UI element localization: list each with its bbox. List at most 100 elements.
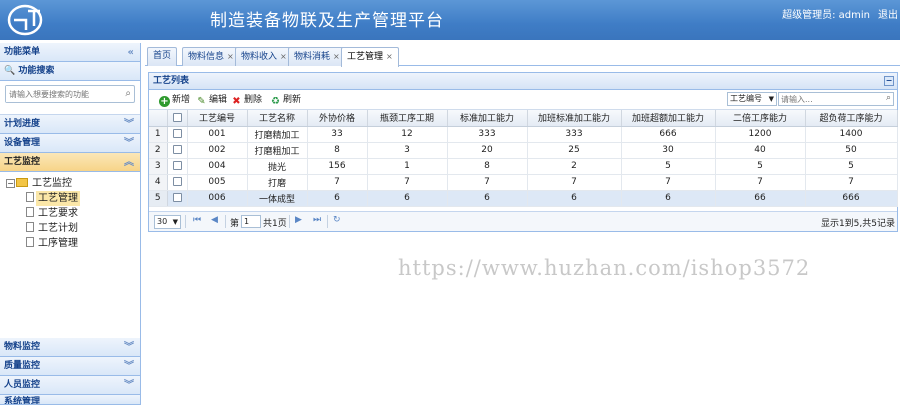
tree-item-process-requirements[interactable]: 工艺要求 bbox=[6, 206, 140, 221]
table-cell: 2 bbox=[527, 158, 622, 175]
edit-button[interactable]: ✎ 编辑 bbox=[196, 93, 227, 107]
next-page-icon[interactable]: ▶ bbox=[295, 215, 302, 225]
logout-link[interactable]: 退出 bbox=[878, 6, 898, 21]
sidebar-group-quality[interactable]: 质量监控 ︾ bbox=[0, 357, 140, 376]
tree-item-operation-management[interactable]: 工序管理 bbox=[6, 236, 140, 251]
row-checkbox[interactable] bbox=[172, 177, 182, 186]
close-icon[interactable]: × bbox=[386, 52, 393, 61]
refresh-button[interactable]: ♻ 刷新 bbox=[270, 93, 301, 107]
function-search-input[interactable] bbox=[6, 86, 118, 102]
table-cell: 6 bbox=[621, 190, 716, 207]
column-header[interactable]: 加班超额加工能力 bbox=[621, 110, 716, 127]
table-cell: 抛光 bbox=[247, 158, 308, 175]
column-header[interactable]: 工艺名称 bbox=[247, 110, 308, 127]
grid-search-input[interactable] bbox=[779, 93, 877, 105]
first-page-icon[interactable]: ⏮ bbox=[193, 215, 201, 225]
row-checkbox-cell[interactable] bbox=[167, 190, 188, 207]
search-icon[interactable]: ⌕ bbox=[886, 93, 891, 103]
logo-icon bbox=[7, 4, 43, 36]
column-header[interactable]: 瓶颈工序工期 bbox=[367, 110, 448, 127]
refresh-icon[interactable]: ↻ bbox=[333, 215, 341, 225]
row-checkbox[interactable] bbox=[172, 193, 182, 202]
collapse-icon[interactable]: − bbox=[6, 179, 15, 188]
tab-home[interactable]: 首页 bbox=[147, 47, 178, 66]
tab-label: 首页 bbox=[153, 51, 172, 61]
collapse-left-icon[interactable]: « bbox=[128, 43, 134, 62]
sidebar-group-plan[interactable]: 计划进度 ︾ bbox=[0, 115, 140, 134]
table-cell: 333 bbox=[527, 126, 622, 143]
watermark: https://www.huzhan.com/ishop3572 bbox=[398, 256, 811, 280]
table-cell: 666 bbox=[805, 190, 898, 207]
close-icon[interactable]: × bbox=[227, 52, 234, 61]
row-checkbox[interactable] bbox=[172, 129, 182, 138]
document-icon bbox=[26, 207, 34, 217]
tree-item-process-plan[interactable]: 工艺计划 bbox=[6, 221, 140, 236]
tree-root[interactable]: − 工艺监控 bbox=[6, 176, 140, 191]
pager-separator bbox=[289, 215, 290, 228]
close-icon[interactable]: × bbox=[280, 52, 287, 61]
column-header[interactable]: 超负荷工序能力 bbox=[805, 110, 898, 127]
row-checkbox[interactable] bbox=[172, 161, 182, 170]
chevron-up-icon: ︽ bbox=[124, 157, 134, 168]
row-checkbox-cell[interactable] bbox=[167, 126, 188, 143]
search-icon[interactable]: ⌕ bbox=[125, 88, 131, 99]
delete-label: 删除 bbox=[244, 95, 263, 105]
page-size-select[interactable]: 30 ▼ bbox=[154, 215, 181, 229]
table-cell: 1400 bbox=[805, 126, 898, 143]
table-row[interactable]: 3 004 抛光 156 1 8 2 5 5 5 bbox=[149, 158, 898, 175]
select-all-checkbox[interactable] bbox=[172, 112, 182, 122]
table-cell: 7 bbox=[805, 174, 898, 191]
tree-root-label: 工艺监控 bbox=[32, 178, 72, 189]
row-checkbox-cell[interactable] bbox=[167, 158, 188, 175]
column-header[interactable]: 工艺编号 bbox=[187, 110, 248, 127]
column-header[interactable]: 加班标准加工能力 bbox=[527, 110, 622, 127]
tab-label: 物料消耗 bbox=[294, 52, 331, 62]
table-cell: 006 bbox=[187, 190, 248, 207]
row-checkbox-cell[interactable] bbox=[167, 174, 188, 191]
last-page-icon[interactable]: ⏭ bbox=[313, 215, 321, 225]
table-cell: 6 bbox=[307, 190, 368, 207]
column-header[interactable]: 标准加工能力 bbox=[447, 110, 528, 127]
table-cell: 002 bbox=[187, 142, 248, 159]
search-panel-header: 🔍 功能搜索 bbox=[0, 62, 140, 81]
sidebar-group-system[interactable]: 系统管理 bbox=[0, 395, 140, 405]
table-cell: 6 bbox=[527, 190, 622, 207]
table-row[interactable]: 5 006 一体成型 6 6 6 6 6 66 666 bbox=[149, 190, 898, 207]
tab-material-consumption[interactable]: 物料消耗 × bbox=[288, 47, 346, 66]
close-icon[interactable]: × bbox=[333, 52, 340, 61]
table-row[interactable]: 4 005 打磨 7 7 7 7 7 7 7 bbox=[149, 174, 898, 191]
delete-button[interactable]: ✖ 删除 bbox=[231, 93, 262, 107]
column-header[interactable]: 外协价格 bbox=[307, 110, 368, 127]
sidebar-group-label: 工艺监控 bbox=[4, 157, 41, 167]
sidebar-group-process[interactable]: 工艺监控 ︽ bbox=[0, 153, 140, 172]
select-all-checkbox-cell[interactable] bbox=[167, 110, 188, 127]
tab-material-info[interactable]: 物料信息 × bbox=[182, 47, 240, 66]
panel-title-bar: 工艺列表 − bbox=[149, 73, 897, 90]
tree-item-process-management[interactable]: 工艺管理 bbox=[6, 191, 140, 206]
table-cell: 5 bbox=[715, 158, 806, 175]
add-button[interactable]: + 新增 bbox=[159, 93, 190, 107]
refresh-icon: ♻ bbox=[271, 96, 280, 107]
row-number: 2 bbox=[149, 142, 168, 159]
page-number-input[interactable]: 1 bbox=[241, 215, 261, 228]
search-field-select[interactable]: 工艺编号 ▼ bbox=[727, 92, 777, 106]
table-row[interactable]: 2 002 打磨粗加工 8 3 20 25 30 40 50 bbox=[149, 142, 898, 159]
sidebar-group-equipment[interactable]: 设备管理 ︾ bbox=[0, 134, 140, 153]
sidebar-group-material[interactable]: 物料监控 ︾ bbox=[0, 338, 140, 357]
table-row[interactable]: 1 001 打磨精加工 33 12 333 333 666 1200 1400 bbox=[149, 126, 898, 143]
sidebar-group-label: 计划进度 bbox=[4, 119, 41, 129]
prev-page-icon[interactable]: ◀ bbox=[211, 215, 218, 225]
row-checkbox-cell[interactable] bbox=[167, 142, 188, 159]
sidebar-group-label: 物料监控 bbox=[4, 342, 41, 352]
sidebar-group-personnel[interactable]: 人员监控 ︾ bbox=[0, 376, 140, 395]
grid-toolbar: +新增 ✎编辑 ✖删除 ♻刷新 工艺编号 ▼ ⌕ bbox=[149, 90, 897, 110]
pager-separator bbox=[327, 215, 328, 228]
refresh-label: 刷新 bbox=[283, 95, 302, 105]
chevron-down-icon: ︾ bbox=[124, 380, 134, 391]
tab-material-income[interactable]: 物料收入 × bbox=[235, 47, 293, 66]
tab-process-management[interactable]: 工艺管理 × bbox=[341, 47, 399, 67]
tab-label: 物料信息 bbox=[188, 52, 225, 62]
collapse-panel-icon[interactable]: − bbox=[884, 76, 894, 86]
column-header[interactable]: 二倍工序能力 bbox=[715, 110, 806, 127]
row-checkbox[interactable] bbox=[172, 145, 182, 154]
